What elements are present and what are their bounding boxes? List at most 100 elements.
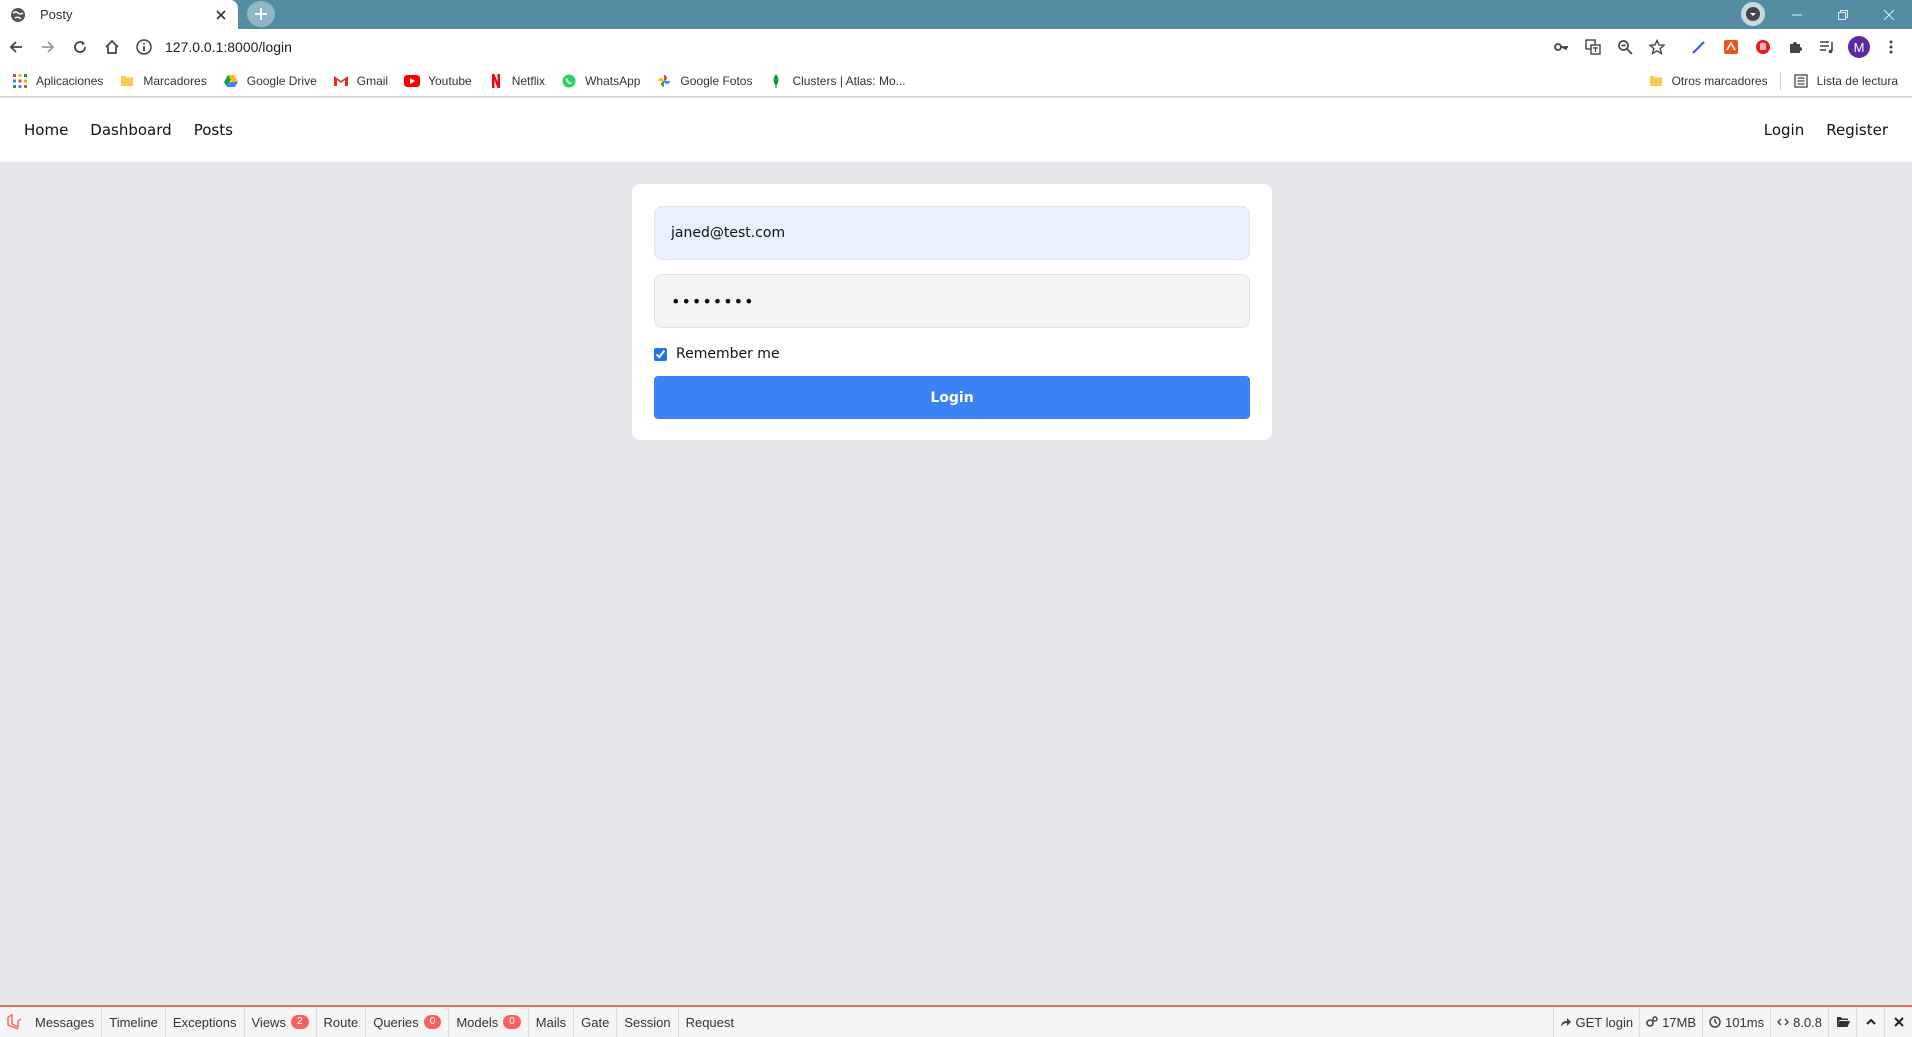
music-list-icon [1820, 41, 1833, 54]
extensions-button[interactable] [1780, 31, 1810, 63]
nav-register-link[interactable]: Register [1826, 121, 1888, 139]
profile-button[interactable]: M [1844, 31, 1874, 63]
restore-icon [1838, 9, 1848, 20]
reading-list-button[interactable]: Lista de lectura [1785, 69, 1906, 93]
debug-tab-session[interactable]: Session [617, 1007, 679, 1037]
bookmark-label: Gmail [356, 73, 389, 88]
media-button[interactable] [1812, 31, 1842, 63]
close-icon [1893, 1017, 1904, 1027]
bookmark-label: WhatsApp [585, 73, 641, 88]
bookmark-star-button[interactable] [1642, 31, 1672, 63]
remember-me-row: Remember me [654, 344, 1250, 364]
restore-button[interactable] [1820, 0, 1866, 29]
toolbar-actions: M [1546, 29, 1906, 65]
bookmark-aplicaciones[interactable]: Aplicaciones [4, 69, 111, 93]
nav-posts-link[interactable]: Posts [194, 121, 233, 139]
youtube-icon [404, 73, 421, 89]
bookmarks-divider [1779, 72, 1781, 90]
close-tab-icon[interactable] [214, 8, 228, 22]
bookmarks-right: Otros marcadores Lista de lectura [1640, 69, 1906, 93]
forward-button[interactable] [32, 31, 64, 63]
debug-tab-gate[interactable]: Gate [574, 1007, 618, 1037]
memory-value: 17MB [1662, 1014, 1697, 1030]
debug-tab-views[interactable]: Views 2 [245, 1007, 317, 1037]
debug-tab-timeline[interactable]: Timeline [102, 1007, 166, 1037]
debug-tab-request[interactable]: Request [679, 1007, 741, 1037]
login-button[interactable]: Login [654, 376, 1250, 419]
drive-icon [223, 73, 239, 89]
clock-icon [1709, 1016, 1721, 1028]
tab-search-button[interactable] [1741, 2, 1765, 26]
info-icon[interactable] [135, 38, 153, 56]
tab-label: Request [685, 1014, 734, 1030]
time-value: 101ms [1725, 1014, 1765, 1030]
address-bar[interactable]: 127.0.0.1:8000/login [135, 32, 1555, 62]
bookmark-gmail[interactable]: Gmail [325, 69, 396, 93]
puzzle-icon [1790, 42, 1802, 53]
translate-button[interactable] [1578, 31, 1608, 63]
close-window-button[interactable] [1866, 0, 1912, 29]
password-key-button[interactable] [1546, 31, 1576, 63]
remember-me-checkbox[interactable] [654, 347, 667, 361]
office-extension-button[interactable] [1716, 31, 1746, 63]
bookmark-google-fotos[interactable]: Google Fotos [648, 69, 760, 93]
bookmark-whatsapp[interactable]: WhatsApp [553, 69, 648, 93]
folder-open-icon [1836, 1017, 1850, 1027]
tab-label: Views [251, 1014, 286, 1030]
close-debugbar-button[interactable] [1884, 1007, 1912, 1037]
reload-button[interactable] [64, 31, 96, 63]
pen-extension-button[interactable] [1684, 31, 1714, 63]
debug-tab-messages[interactable]: Messages [28, 1007, 103, 1037]
bookmark-label: Otros marcadores [1671, 74, 1768, 88]
tab-label: Exceptions [172, 1014, 237, 1030]
bookmark-google-drive[interactable]: Google Drive [215, 69, 325, 93]
debug-tab-models[interactable]: Models 0 [449, 1007, 529, 1037]
browser-tab-posty[interactable]: Posty [0, 0, 238, 29]
plus-icon [255, 8, 267, 20]
laravel-logo-icon[interactable] [0, 1007, 28, 1037]
back-button[interactable] [0, 31, 32, 63]
tab-label: Route [323, 1014, 359, 1030]
bookmark-marcadores[interactable]: Marcadores [111, 69, 214, 93]
cogs-icon [1646, 1016, 1658, 1027]
debug-tab-route[interactable]: Route [317, 1007, 367, 1037]
email-field[interactable] [654, 206, 1250, 260]
home-button[interactable] [96, 31, 128, 63]
open-folder-button[interactable] [1828, 1007, 1856, 1037]
login-card: Remember me Login [632, 184, 1272, 440]
reading-list-icon [1793, 73, 1809, 89]
debug-tab-mails[interactable]: Mails [529, 1007, 575, 1037]
request-indicator[interactable]: GET login [1552, 1007, 1640, 1037]
bookmark-label: Clusters | Atlas: Mo... [792, 73, 906, 88]
bookmark-netflix[interactable]: Netflix [480, 69, 553, 93]
nav-login-link[interactable]: Login [1764, 121, 1804, 139]
nav-home-link[interactable]: Home [24, 121, 68, 139]
debug-tab-queries[interactable]: Queries 0 [366, 1007, 450, 1037]
bookmark-youtube[interactable]: Youtube [396, 69, 480, 93]
nav-left: Home Dashboard Posts [24, 121, 233, 140]
adblock-extension-button[interactable] [1748, 31, 1778, 63]
url-text: 127.0.0.1:8000/login [165, 39, 292, 55]
minimize-icon [1792, 14, 1802, 15]
minimize-button[interactable] [1774, 0, 1820, 29]
new-tab-button[interactable] [247, 1, 275, 27]
zoom-button[interactable] [1610, 31, 1640, 63]
globe-icon [10, 7, 26, 23]
apps-grid-icon [12, 73, 28, 89]
translate-icon [1585, 39, 1601, 55]
bookmark-otros-marcadores[interactable]: Otros marcadores [1640, 69, 1776, 93]
browser-tab-strip: Posty [0, 0, 1912, 29]
count-badge: 2 [290, 1015, 309, 1029]
menu-button[interactable] [1876, 31, 1906, 63]
reading-list-label: Lista de lectura [1816, 74, 1898, 88]
gmail-icon [333, 73, 349, 89]
bookmark-label: Netflix [511, 73, 546, 88]
nav-dashboard-link[interactable]: Dashboard [90, 121, 171, 139]
debug-tab-exceptions[interactable]: Exceptions [166, 1007, 245, 1037]
remember-me-label: Remember me [676, 346, 780, 362]
bookmark-clusters-atlas[interactable]: Clusters | Atlas: Mo... [760, 69, 913, 93]
password-field[interactable] [654, 274, 1250, 328]
maximize-debugbar-button[interactable] [1856, 1007, 1884, 1037]
window-controls [1774, 0, 1912, 29]
photos-icon [656, 73, 672, 89]
